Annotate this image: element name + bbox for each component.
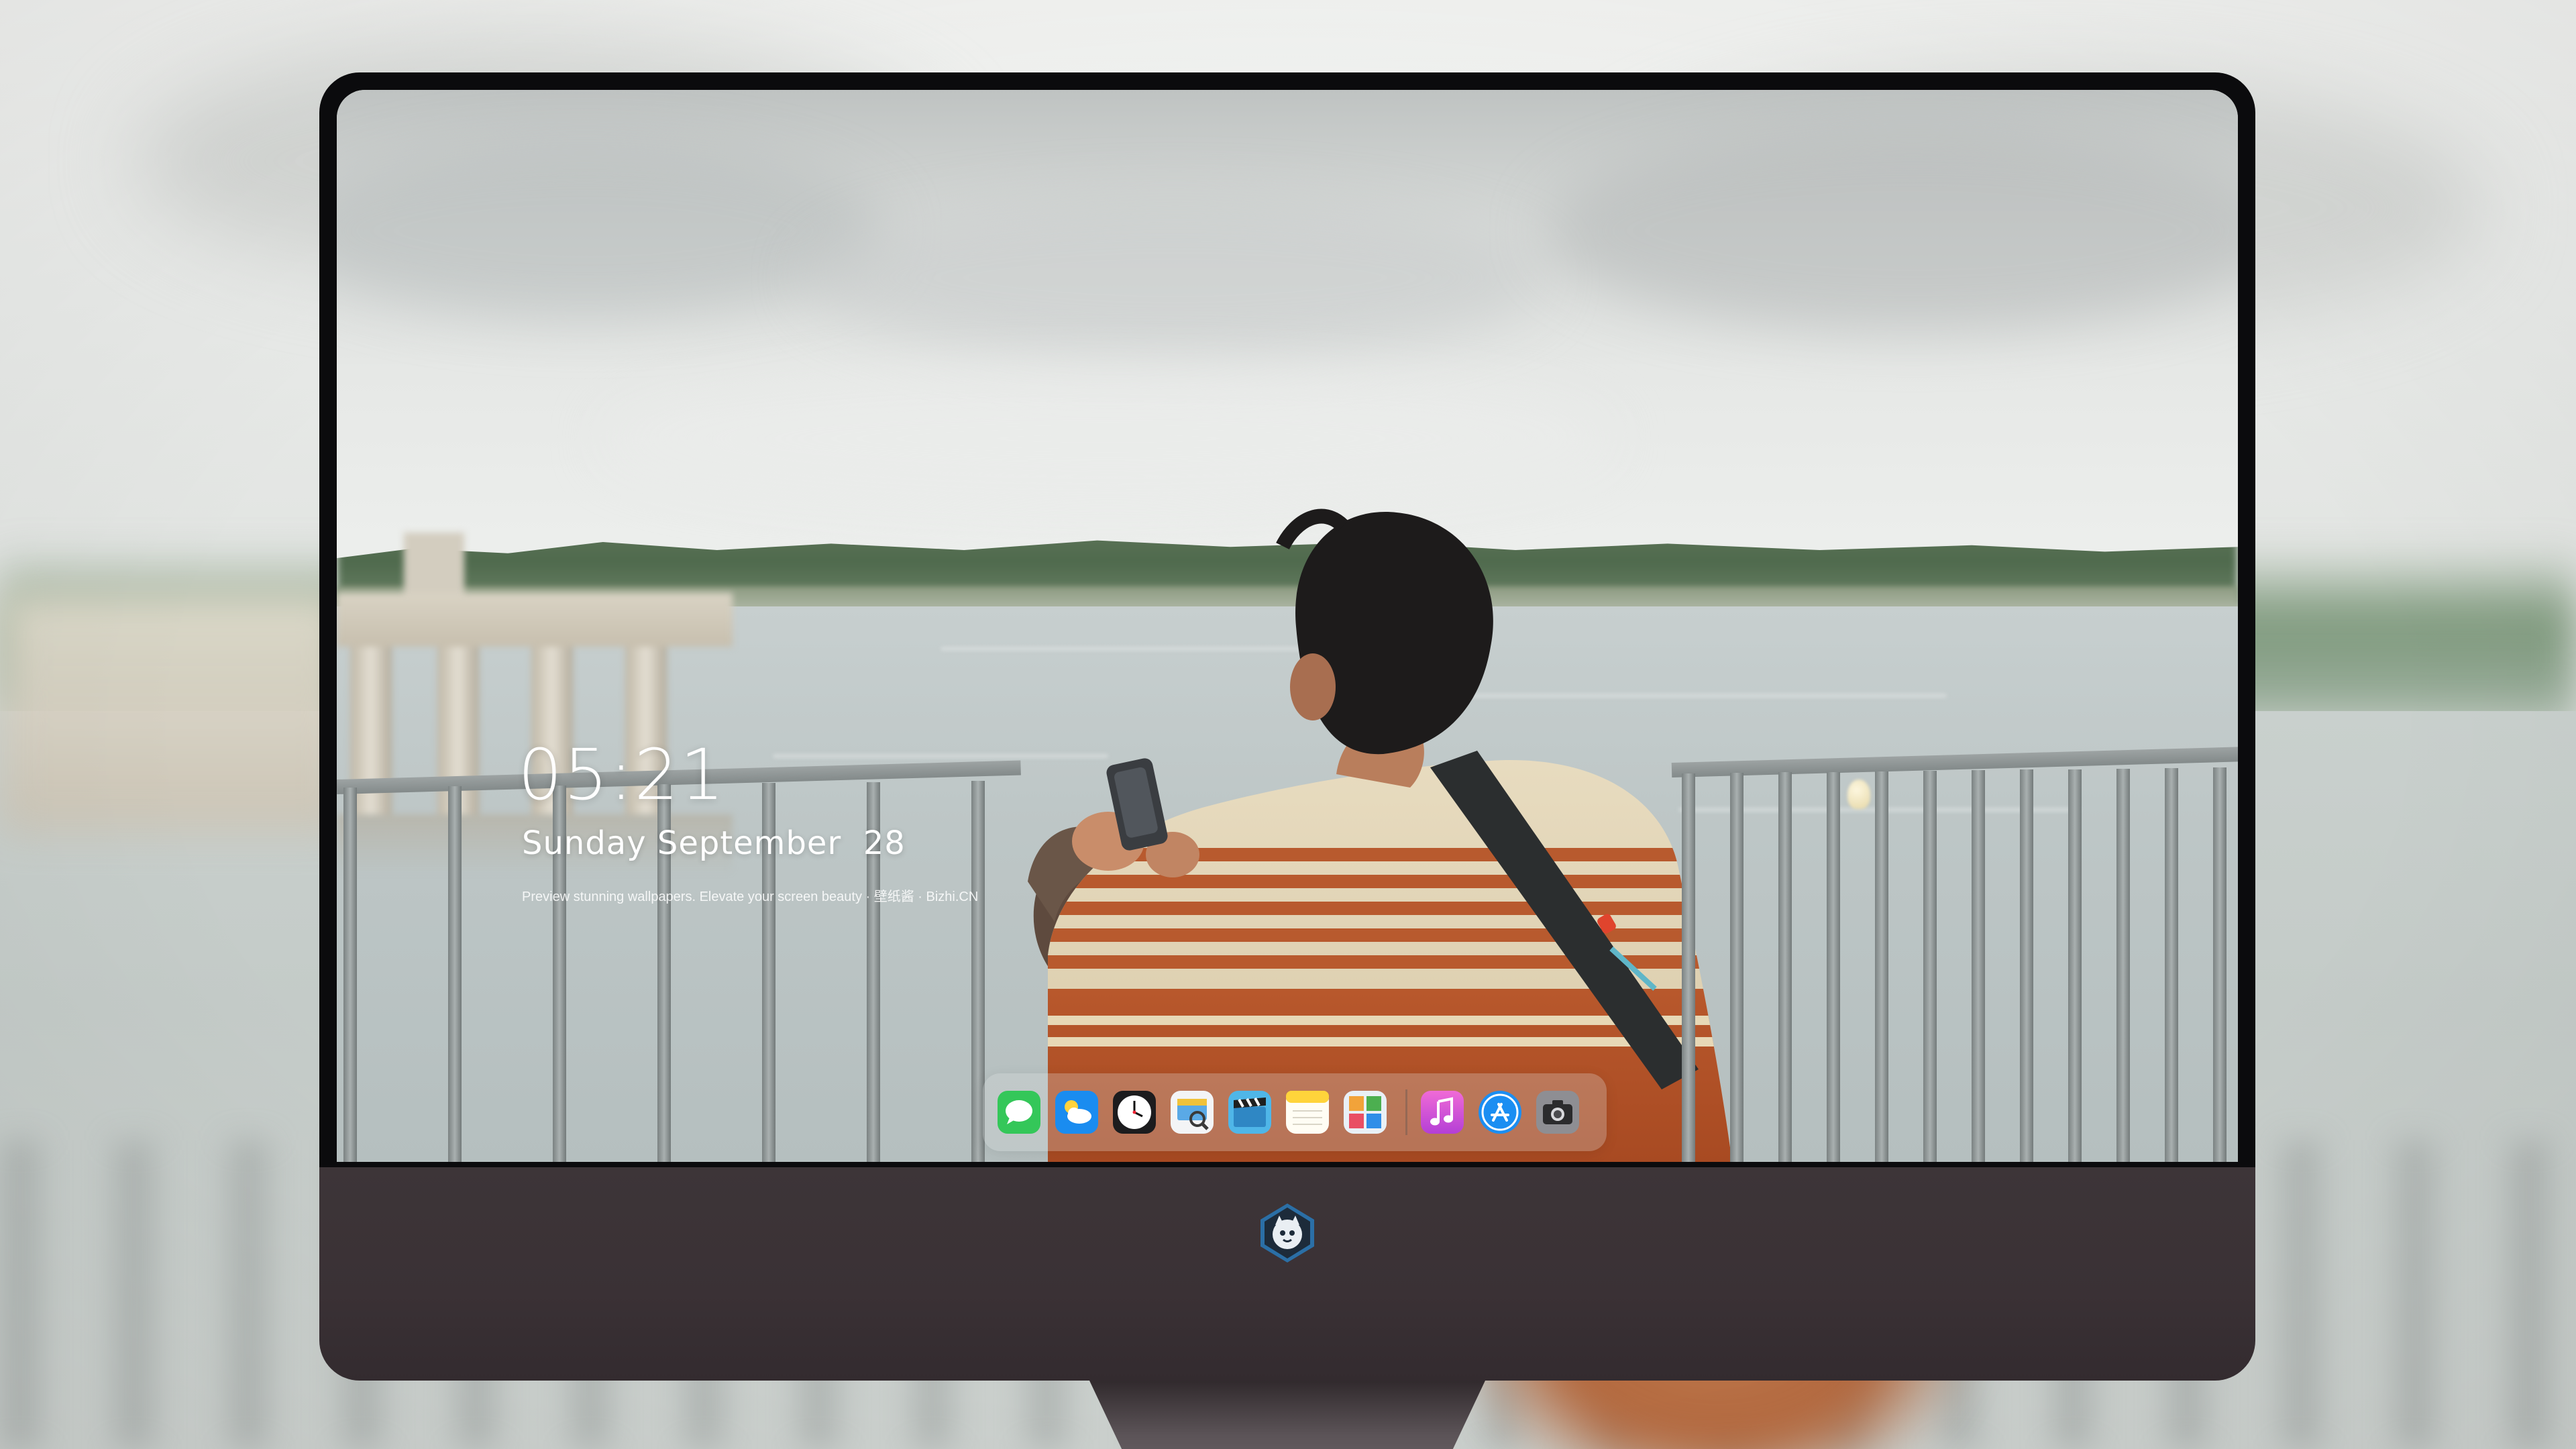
dock <box>983 1073 1607 1151</box>
railing-post <box>2213 767 2226 1162</box>
monitor-stand <box>1004 1381 1571 1449</box>
dock-app-clips[interactable] <box>1228 1091 1271 1134</box>
weather-icon <box>1055 1091 1098 1134</box>
railing-post <box>2068 769 2082 1162</box>
railing-post <box>2116 768 2130 1162</box>
messages-icon <box>998 1091 1040 1134</box>
monitor: 05:21 Sunday September 28 Preview stunni… <box>319 72 2255 1449</box>
railing-post <box>1875 771 1888 1162</box>
dock-app-messages[interactable] <box>998 1091 1040 1134</box>
monitor-chin <box>319 1167 2255 1381</box>
stand-neck <box>1089 1381 1485 1449</box>
dock-separator <box>1405 1089 1407 1135</box>
dock-app-clock[interactable] <box>1113 1091 1156 1134</box>
camera-icon <box>1536 1091 1579 1134</box>
railing-post <box>1923 770 1937 1162</box>
wallpaper-tagline: Preview stunning wallpapers. Elevate you… <box>522 890 979 904</box>
music-note-icon <box>1421 1091 1464 1134</box>
lock-screen-date: Sunday September 28 <box>522 824 906 862</box>
railing-post <box>343 787 357 1162</box>
mascot-badge-icon <box>1255 1201 1320 1265</box>
railing-post <box>2020 769 2033 1162</box>
dock-app-camera[interactable] <box>1536 1091 1579 1134</box>
dock-app-app-store[interactable] <box>1479 1091 1521 1134</box>
lock-screen[interactable]: 05:21 Sunday September 28 Preview stunni… <box>337 90 2238 1162</box>
wallpaper <box>337 90 2238 1162</box>
photo-grid-icon <box>1344 1091 1387 1134</box>
railing-post <box>1972 770 1985 1162</box>
railing-post <box>1778 772 1792 1162</box>
railing-post <box>1827 771 1840 1162</box>
clapper-icon <box>1228 1091 1271 1134</box>
notes-icon <box>1286 1091 1329 1134</box>
dock-app-photo-booth[interactable] <box>1344 1091 1387 1134</box>
dock-app-notes[interactable] <box>1286 1091 1329 1134</box>
person-with-phone <box>1028 508 1732 1162</box>
dock-app-preview[interactable] <box>1171 1091 1214 1134</box>
railing-post <box>1730 773 1743 1162</box>
lock-screen-time: 05:21 <box>518 734 726 816</box>
dock-app-itunes[interactable] <box>1421 1091 1464 1134</box>
clock-icon <box>1113 1091 1156 1134</box>
railing-post <box>448 786 462 1162</box>
preview-icon <box>1171 1091 1214 1134</box>
app-store-icon <box>1479 1091 1521 1134</box>
railing-post <box>2165 768 2178 1162</box>
dock-app-weather[interactable] <box>1055 1091 1098 1134</box>
railing-post <box>1682 773 1695 1162</box>
